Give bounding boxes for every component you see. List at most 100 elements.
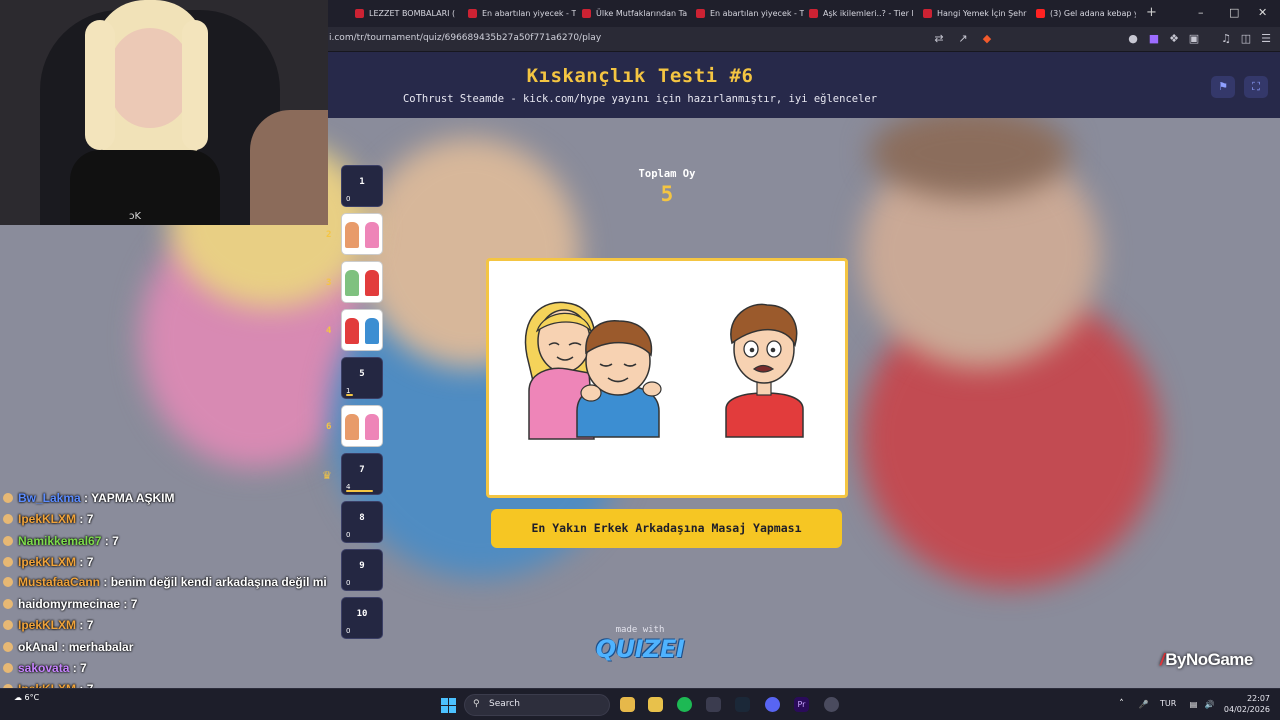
quizei-logo[interactable]: QUIZEI <box>580 635 700 663</box>
chat-message: IpekKLXM : 7 <box>3 552 328 573</box>
round-number: 4 <box>326 326 332 336</box>
thumbnail-figure <box>365 414 379 440</box>
chat-badge-icon <box>3 620 13 631</box>
browser-tab[interactable]: En abartılan yiyecek - T <box>468 4 576 23</box>
report-flag-icon[interactable]: ⚑ <box>1211 76 1235 98</box>
volume-icon[interactable]: 🔊 <box>1202 697 1217 712</box>
steam-icon[interactable] <box>735 697 750 712</box>
round-number: 10 <box>356 609 368 619</box>
round-8-button[interactable]: 80 <box>341 501 383 543</box>
file-manager-icon[interactable] <box>620 697 635 712</box>
thumbnail-figure <box>365 222 379 248</box>
tab-favicon-icon <box>696 9 705 18</box>
chat-username[interactable]: IpekKLXM <box>18 618 76 632</box>
network-icon[interactable]: ▤ <box>1186 697 1201 712</box>
brave-browser-icon[interactable] <box>706 697 721 712</box>
round-5-button[interactable]: 51 <box>341 357 383 399</box>
windows-start-icon[interactable] <box>441 698 456 713</box>
bynogame-slash-icon: / <box>1160 650 1165 669</box>
chat-badge-icon <box>3 577 13 588</box>
microphone-icon[interactable]: 🎤 <box>1136 697 1151 712</box>
extension-icon[interactable]: ■ <box>1147 32 1161 46</box>
shocked-boy-figure <box>725 303 804 438</box>
search-icon: ⚲ <box>473 699 480 709</box>
clock[interactable]: 22:07 04/02/2026 <box>1220 693 1270 715</box>
chat-text: : 7 <box>79 554 94 569</box>
obs-icon[interactable] <box>824 697 839 712</box>
close-icon[interactable]: ✕ <box>1258 6 1267 19</box>
chat-username[interactable]: haidomyrmecinae <box>18 597 120 611</box>
round-number: 7 <box>359 465 365 475</box>
translate-icon[interactable]: ⇄ <box>932 32 946 46</box>
browser-tab[interactable]: Aşk ikilemleri..? - Tier l <box>809 4 917 23</box>
new-tab-button[interactable]: + <box>1146 5 1157 20</box>
round-number: 2 <box>326 230 332 240</box>
vpn-icon[interactable]: ● <box>1126 32 1140 46</box>
premiere-icon[interactable]: Pr <box>794 697 809 712</box>
puzzle-icon[interactable]: ❖ <box>1167 32 1181 46</box>
browser-tab[interactable]: Ülke Mutfaklarından Ta <box>582 4 690 23</box>
chat-message: Bw_Lakma : YAPMA AŞKIM <box>3 488 328 509</box>
folder-icon[interactable] <box>648 697 663 712</box>
chat-message: IpekKLXM : 7 <box>3 509 328 530</box>
discord-icon[interactable] <box>765 697 780 712</box>
chat-badge-icon <box>3 493 13 503</box>
fullscreen-icon[interactable]: ⛶ <box>1244 76 1268 98</box>
music-icon[interactable]: ♫ <box>1219 32 1233 46</box>
chat-badge-icon <box>3 663 13 674</box>
minimize-icon[interactable]: – <box>1198 6 1204 19</box>
round-vote-bar <box>346 490 373 492</box>
round-10-button[interactable]: 10 0 <box>341 597 383 639</box>
chat-username[interactable]: IpekKLXM <box>18 555 76 569</box>
chat-username[interactable]: IpekKLXM <box>18 512 76 526</box>
windows-taskbar: ☁ 6°C ⚲ Search Pr ˄ 🎤 TUR ▤ 🔊 22:07 04/0… <box>0 688 1280 720</box>
maximize-icon[interactable]: □ <box>1229 6 1239 19</box>
browser-tab[interactable]: En abartılan yiyecek - T <box>696 4 804 23</box>
url-field[interactable]: i.com/tr/tournament/quiz/696689435b27a50… <box>329 33 601 43</box>
weather-widget[interactable]: ☁ 6°C <box>14 693 39 703</box>
chat-badge-icon <box>3 535 13 546</box>
chat-username[interactable]: Bw_Lakma <box>18 491 81 505</box>
brave-shield-icon[interactable]: ◆ <box>980 32 994 46</box>
chat-text: : 7 <box>104 533 119 548</box>
crown-icon: ♛ <box>322 469 332 482</box>
menu-icon[interactable]: ☰ <box>1259 32 1273 46</box>
tab-favicon-icon <box>468 9 477 18</box>
round-4-button[interactable] <box>341 309 383 351</box>
question-image-card <box>486 258 848 498</box>
jealousy-illustration <box>524 301 804 440</box>
chat-text: : 7 <box>123 597 138 612</box>
round-3-button[interactable] <box>341 261 383 303</box>
spotify-icon[interactable] <box>677 697 692 712</box>
webcam-feed: ɔK <box>0 0 328 225</box>
round-thumbnail <box>345 318 379 344</box>
chat-username[interactable]: MustafaaCann <box>18 575 100 589</box>
round-number: 3 <box>326 278 332 288</box>
sidebar-icon[interactable]: ◫ <box>1239 32 1253 46</box>
round-vote-count: 0 <box>346 627 351 635</box>
tab-favicon-icon <box>355 9 364 18</box>
round-9-button[interactable]: 90 <box>341 549 383 591</box>
language-indicator[interactable]: TUR <box>1160 699 1176 708</box>
round-1-button[interactable]: 10 <box>341 165 383 207</box>
browser-tab-active[interactable]: (3) Gel adana kebap ye <box>1036 4 1136 23</box>
total-votes-value: 5 <box>660 182 674 206</box>
wallet-icon[interactable]: ▣ <box>1187 32 1201 46</box>
share-icon[interactable]: ↗ <box>956 32 970 46</box>
round-vote-bar <box>346 394 353 396</box>
chat-username[interactable]: sakovata <box>18 661 69 675</box>
answer-option-button[interactable]: En Yakın Erkek Arkadaşına Masaj Yapması <box>491 509 842 548</box>
chat-message: IpekKLXM : 7 <box>3 615 328 636</box>
tray-chevron-icon[interactable]: ˄ <box>1114 697 1129 712</box>
youtube-icon <box>1036 9 1045 18</box>
browser-tab[interactable]: Hangi Yemek İçin Şehr <box>923 4 1031 23</box>
weather-icon: ☁ <box>14 693 22 702</box>
round-number: 1 <box>359 177 365 187</box>
round-2-button[interactable] <box>341 213 383 255</box>
chat-username[interactable]: okAnal <box>18 640 58 654</box>
browser-tab[interactable]: LEZZET BOMBALARI ( <box>355 4 463 23</box>
taskbar-search[interactable]: ⚲ Search <box>464 694 610 716</box>
chat-username[interactable]: Namikkemal67 <box>18 534 101 548</box>
round-6-button[interactable] <box>341 405 383 447</box>
round-7-button[interactable]: 74 <box>341 453 383 495</box>
